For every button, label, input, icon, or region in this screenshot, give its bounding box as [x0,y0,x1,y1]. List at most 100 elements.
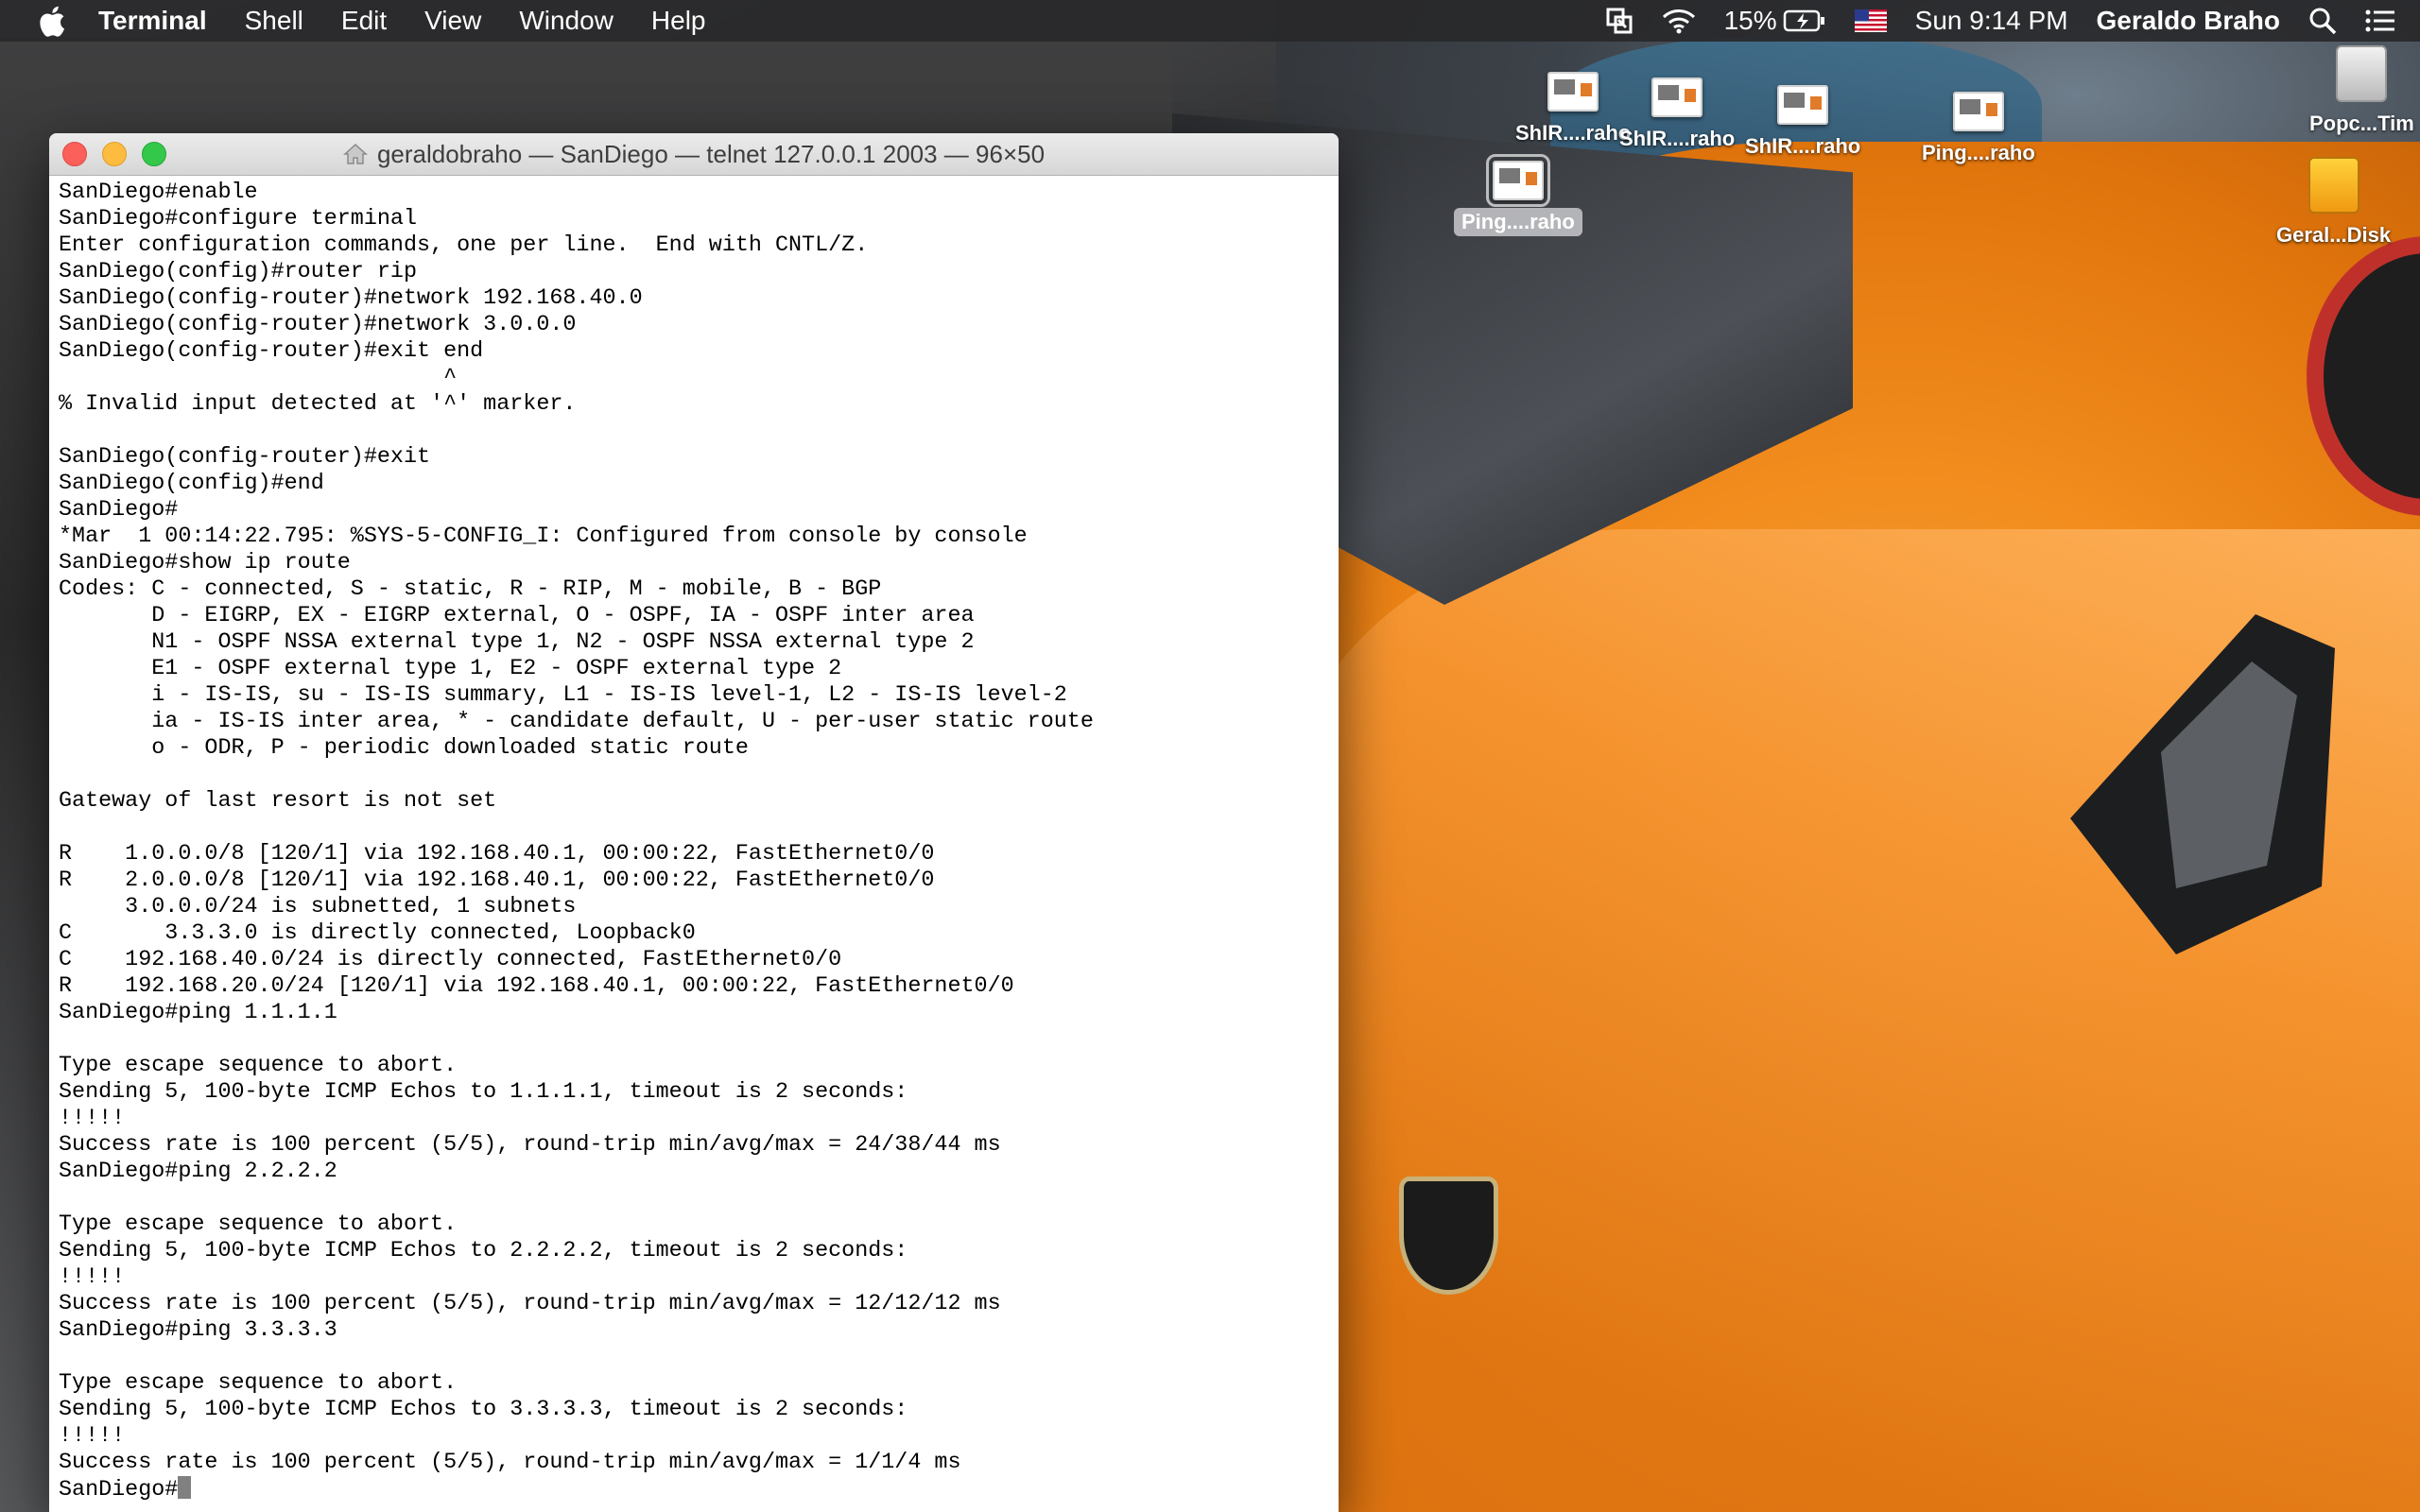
screenshot-file-icon [1952,92,2004,131]
window-title-text: geraldobraho — SanDiego — telnet 127.0.0… [376,139,1046,168]
wifi-icon[interactable] [1662,8,1696,34]
desktop-icon-label: ShIR....raho [1619,127,1736,150]
minimize-window-button[interactable] [102,142,127,166]
terminal-line: R 192.168.20.0/24 [120/1] via 192.168.40… [59,974,1014,999]
menu-app-terminal[interactable]: Terminal [98,6,207,36]
terminal-line: !!!!! [59,1265,126,1290]
desktop-icon-screenshot-2[interactable]: ShIR....raho [1612,77,1742,153]
desktop-icon-label: Ping....raho [1454,208,1582,236]
menu-help[interactable]: Help [651,6,706,36]
battery-percentage: 15% [1723,6,1777,35]
terminal-line: Success rate is 100 percent (5/5), round… [59,1292,1001,1316]
desktop-icon-screenshot-3[interactable]: ShIR....raho [1737,85,1868,161]
terminal-line: ^ [59,366,458,390]
close-window-button[interactable] [62,142,87,166]
terminal-line: Type escape sequence to abort. [59,1054,458,1078]
terminal-line: E1 - OSPF external type 1, E2 - OSPF ext… [59,657,842,681]
desktop-icon-label: Ping....raho [1922,141,2035,164]
desktop-icon-ping-1[interactable]: Ping....raho [1914,92,2043,167]
us-flag-input-icon[interactable] [1854,9,1887,32]
terminal-line: Sending 5, 100-byte ICMP Echos to 1.1.1.… [59,1080,908,1105]
disk-drive-icon [2308,157,2360,214]
terminal-line: Success rate is 100 percent (5/5), round… [59,1133,1001,1158]
terminal-line: N1 - OSPF NSSA external type 1, N2 - OSP… [59,630,975,655]
terminal-prompt-line: SanDiego# [59,1476,1339,1503]
menu-user-name[interactable]: Geraldo Braho [2097,6,2280,36]
terminal-line: Type escape sequence to abort. [59,1371,458,1396]
terminal-line: o - ODR, P - periodic downloaded static … [59,736,749,761]
desktop-icon-popcorn-time-disk[interactable]: Popc...Tim [2302,45,2420,138]
battery-charging-icon[interactable] [1783,9,1826,33]
desktop-icon-ping-2[interactable]: Ping....raho [1454,154,1582,236]
terminal-line: C 192.168.40.0/24 is directly connected,… [59,948,842,972]
desktop-icon-label: Geral...Disk [2276,223,2392,247]
terminal-line: SanDiego(config)#router rip [59,260,417,284]
window-controls [62,142,182,166]
terminal-line: Gateway of last resort is not set [59,789,497,814]
terminal-window-title: geraldobraho — SanDiego — telnet 127.0.0… [49,133,1339,175]
home-folder-icon [342,143,368,165]
terminal-content[interactable]: SanDiego#enable SanDiego#configure termin… [49,176,1339,1512]
terminal-line: ia - IS-IS inter area, * - candidate def… [59,710,1094,734]
desktop-icon-label: Popc...Tim [2309,112,2414,135]
terminal-line: % Invalid input detected at '^' marker. [59,392,577,417]
desktop-icon-label: ShIR....raho [1745,134,1861,158]
terminal-line: SanDiego#ping 2.2.2.2 [59,1160,337,1184]
menu-bar-status-area: 15% Sun 9:14 PM Geraldo Braho [1605,0,2420,42]
terminal-line: SanDiego(config-router)#exit [59,445,431,470]
terminal-line: SanDiego#ping 1.1.1.1 [59,1001,337,1025]
terminal-line: i - IS-IS, su - IS-IS summary, L1 - IS-I… [59,683,1067,708]
screenshot-file-icon [1547,72,1599,112]
desktop-icon-user-disk[interactable]: Geral...Disk [2269,157,2398,249]
terminal-line: R 1.0.0.0/8 [120/1] via 192.168.40.1, 00… [59,842,935,867]
terminal-line: Sending 5, 100-byte ICMP Echos to 3.3.3.… [59,1398,908,1422]
terminal-window[interactable]: geraldobraho — SanDiego — telnet 127.0.0… [49,133,1339,1512]
terminal-line: SanDiego#ping 3.3.3.3 [59,1318,337,1343]
apple-menu-icon[interactable] [38,5,66,37]
menu-view[interactable]: View [424,6,481,36]
screenshot-file-icon [1777,85,1829,125]
terminal-line: SanDiego(config-router)#network 192.168.… [59,286,643,311]
terminal-line: !!!!! [59,1107,126,1131]
text-cursor [178,1476,192,1499]
menu-shell[interactable]: Shell [245,6,303,36]
notification-center-icon[interactable] [2365,9,2395,33]
terminal-line: SanDiego(config)#end [59,472,324,496]
screenshot-file-icon [1485,154,1550,207]
terminal-line: Codes: C - connected, S - static, R - RI… [59,577,882,602]
terminal-line: SanDiego#enable [59,180,258,205]
screen-mirroring-icon[interactable] [1605,7,1634,35]
terminal-line: SanDiego#show ip route [59,551,351,576]
terminal-output[interactable]: SanDiego#enable SanDiego#configure termin… [49,176,1339,1503]
terminal-line: !!!!! [59,1424,126,1449]
spotlight-search-icon[interactable] [2308,7,2337,35]
terminal-title-bar[interactable]: geraldobraho — SanDiego — telnet 127.0.0… [49,133,1339,176]
zoom-window-button[interactable] [142,142,166,166]
menu-window[interactable]: Window [519,6,614,36]
terminal-line: SanDiego#configure terminal [59,207,417,232]
menu-edit[interactable]: Edit [341,6,387,36]
screenshot-file-icon [1651,77,1703,117]
terminal-line: 3.0.0.0/24 is subnetted, 1 subnets [59,895,577,919]
terminal-line: *Mar 1 00:14:22.795: %SYS-5-CONFIG_I: Co… [59,524,1028,549]
disk-drive-icon [2336,45,2388,102]
terminal-line: R 2.0.0.0/8 [120/1] via 192.168.40.1, 00… [59,868,935,893]
terminal-line: Enter configuration commands, one per li… [59,233,869,258]
terminal-line: SanDiego(config-router)#network 3.0.0.0 [59,313,577,337]
terminal-line: C 3.3.3.0 is directly connected, Loopbac… [59,921,696,946]
terminal-line: Sending 5, 100-byte ICMP Echos to 2.2.2.… [59,1239,908,1263]
terminal-line: Type escape sequence to abort. [59,1212,458,1237]
menu-clock[interactable]: Sun 9:14 PM [1915,6,2068,36]
menu-bar: Terminal Shell Edit View Window Help 15%… [0,0,2420,42]
terminal-line: SanDiego# [59,498,179,523]
wallpaper-car-badge [1399,1177,1498,1295]
terminal-line: SanDiego(config-router)#exit end [59,339,484,364]
terminal-line: D - EIGRP, EX - EIGRP external, O - OSPF… [59,604,975,628]
terminal-line: Success rate is 100 percent (5/5), round… [59,1451,961,1475]
